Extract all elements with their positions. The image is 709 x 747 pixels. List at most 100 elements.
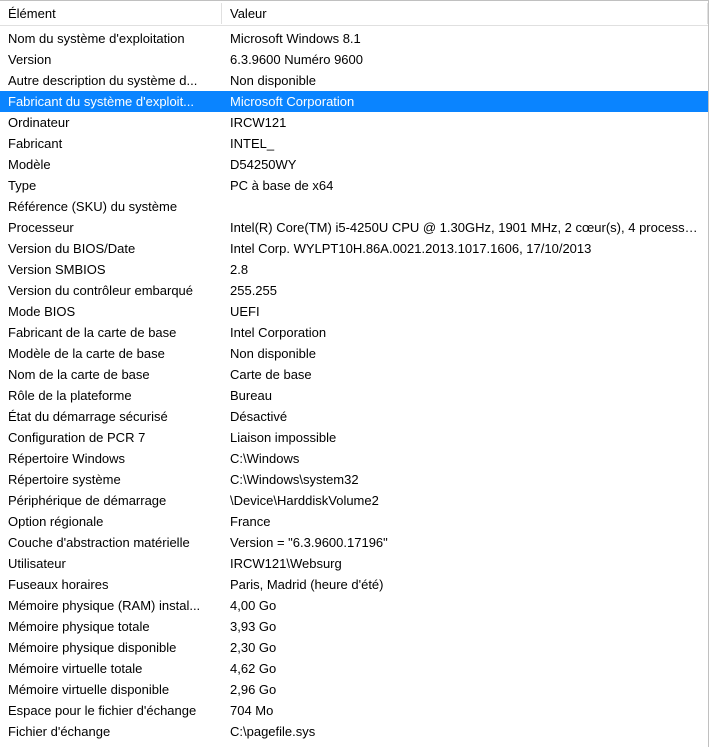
row-value: 2,96 Go (222, 682, 708, 697)
table-row[interactable]: État du démarrage sécuriséDésactivé (0, 406, 708, 427)
header-element[interactable]: Élément (0, 3, 222, 24)
row-label: Modèle de la carte de base (0, 346, 222, 361)
row-label: Processeur (0, 220, 222, 235)
row-label: Option régionale (0, 514, 222, 529)
row-label: Mémoire physique disponible (0, 640, 222, 655)
row-value: 2,30 Go (222, 640, 708, 655)
table-row[interactable]: Mémoire physique (RAM) instal...4,00 Go (0, 595, 708, 616)
row-value: 4,00 Go (222, 598, 708, 613)
row-value: 704 Mo (222, 703, 708, 718)
row-value: \Device\HarddiskVolume2 (222, 493, 708, 508)
table-row[interactable]: Mémoire virtuelle totale4,62 Go (0, 658, 708, 679)
row-value: Intel Corporation (222, 325, 708, 340)
table-row[interactable]: Version SMBIOS2.8 (0, 259, 708, 280)
row-value: C:\Windows\system32 (222, 472, 708, 487)
row-label: Ordinateur (0, 115, 222, 130)
table-row[interactable]: Version du BIOS/DateIntel Corp. WYLPT10H… (0, 238, 708, 259)
row-label: Mémoire physique totale (0, 619, 222, 634)
row-value: IRCW121 (222, 115, 708, 130)
row-label: Modèle (0, 157, 222, 172)
table-row[interactable]: Configuration de PCR 7Liaison impossible (0, 427, 708, 448)
table-row[interactable]: Fuseaux horairesParis, Madrid (heure d'é… (0, 574, 708, 595)
row-value: PC à base de x64 (222, 178, 708, 193)
table-row[interactable]: Mémoire physique disponible2,30 Go (0, 637, 708, 658)
row-label: Fuseaux horaires (0, 577, 222, 592)
row-value: C:\Windows (222, 451, 708, 466)
row-label: Configuration de PCR 7 (0, 430, 222, 445)
row-label: État du démarrage sécurisé (0, 409, 222, 424)
table-body: Nom du système d'exploitationMicrosoft W… (0, 26, 708, 742)
row-label: Rôle de la plateforme (0, 388, 222, 403)
table-row[interactable]: Fabricant de la carte de baseIntel Corpo… (0, 322, 708, 343)
row-value: Désactivé (222, 409, 708, 424)
row-value: Intel(R) Core(TM) i5-4250U CPU @ 1.30GHz… (222, 220, 708, 235)
row-value: INTEL_ (222, 136, 708, 151)
row-label: Fichier d'échange (0, 724, 222, 739)
row-value: Bureau (222, 388, 708, 403)
row-label: Type (0, 178, 222, 193)
row-value: 4,62 Go (222, 661, 708, 676)
table-row[interactable]: OrdinateurIRCW121 (0, 112, 708, 133)
row-label: Périphérique de démarrage (0, 493, 222, 508)
row-value: 3,93 Go (222, 619, 708, 634)
row-value: Non disponible (222, 346, 708, 361)
row-value: 6.3.9600 Numéro 9600 (222, 52, 708, 67)
row-label: Fabricant (0, 136, 222, 151)
row-value: D54250WY (222, 157, 708, 172)
table-row[interactable]: Modèle de la carte de baseNon disponible (0, 343, 708, 364)
row-label: Autre description du système d... (0, 73, 222, 88)
table-row[interactable]: Version du contrôleur embarqué255.255 (0, 280, 708, 301)
row-label: Version du contrôleur embarqué (0, 283, 222, 298)
row-label: Nom du système d'exploitation (0, 31, 222, 46)
row-label: Version du BIOS/Date (0, 241, 222, 256)
table-header[interactable]: Élément Valeur (0, 1, 708, 26)
table-row[interactable]: Référence (SKU) du système (0, 196, 708, 217)
header-value[interactable]: Valeur (222, 3, 708, 24)
table-row[interactable]: ProcesseurIntel(R) Core(TM) i5-4250U CPU… (0, 217, 708, 238)
row-value: France (222, 514, 708, 529)
table-row[interactable]: Périphérique de démarrage\Device\Harddis… (0, 490, 708, 511)
row-value: 255.255 (222, 283, 708, 298)
row-label: Mémoire virtuelle totale (0, 661, 222, 676)
table-row[interactable]: UtilisateurIRCW121\Websurg (0, 553, 708, 574)
row-label: Version (0, 52, 222, 67)
row-value: Microsoft Windows 8.1 (222, 31, 708, 46)
table-row[interactable]: Mémoire virtuelle disponible2,96 Go (0, 679, 708, 700)
row-label: Référence (SKU) du système (0, 199, 222, 214)
row-label: Mémoire physique (RAM) instal... (0, 598, 222, 613)
row-label: Utilisateur (0, 556, 222, 571)
row-label: Version SMBIOS (0, 262, 222, 277)
row-label: Couche d'abstraction matérielle (0, 535, 222, 550)
table-row[interactable]: Fichier d'échangeC:\pagefile.sys (0, 721, 708, 742)
table-row[interactable]: Version6.3.9600 Numéro 9600 (0, 49, 708, 70)
row-label: Espace pour le fichier d'échange (0, 703, 222, 718)
table-row[interactable]: FabricantINTEL_ (0, 133, 708, 154)
table-row[interactable]: Nom du système d'exploitationMicrosoft W… (0, 28, 708, 49)
row-value: Intel Corp. WYLPT10H.86A.0021.2013.1017.… (222, 241, 708, 256)
table-row[interactable]: Nom de la carte de baseCarte de base (0, 364, 708, 385)
table-row[interactable]: Répertoire WindowsC:\Windows (0, 448, 708, 469)
row-label: Mémoire virtuelle disponible (0, 682, 222, 697)
table-row[interactable]: Couche d'abstraction matérielleVersion =… (0, 532, 708, 553)
row-value: UEFI (222, 304, 708, 319)
row-value: IRCW121\Websurg (222, 556, 708, 571)
table-row[interactable]: Espace pour le fichier d'échange704 Mo (0, 700, 708, 721)
row-label: Fabricant du système d'exploit... (0, 94, 222, 109)
table-row[interactable]: Répertoire systèmeC:\Windows\system32 (0, 469, 708, 490)
row-label: Fabricant de la carte de base (0, 325, 222, 340)
row-value: Paris, Madrid (heure d'été) (222, 577, 708, 592)
row-label: Nom de la carte de base (0, 367, 222, 382)
table-row[interactable]: Fabricant du système d'exploit...Microso… (0, 91, 708, 112)
table-row[interactable]: ModèleD54250WY (0, 154, 708, 175)
row-label: Répertoire système (0, 472, 222, 487)
row-label: Répertoire Windows (0, 451, 222, 466)
table-row[interactable]: Mémoire physique totale3,93 Go (0, 616, 708, 637)
table-row[interactable]: Option régionaleFrance (0, 511, 708, 532)
row-value: C:\pagefile.sys (222, 724, 708, 739)
row-value: Version = "6.3.9600.17196" (222, 535, 708, 550)
table-row[interactable]: Mode BIOSUEFI (0, 301, 708, 322)
row-value: Liaison impossible (222, 430, 708, 445)
table-row[interactable]: TypePC à base de x64 (0, 175, 708, 196)
table-row[interactable]: Autre description du système d...Non dis… (0, 70, 708, 91)
table-row[interactable]: Rôle de la plateformeBureau (0, 385, 708, 406)
